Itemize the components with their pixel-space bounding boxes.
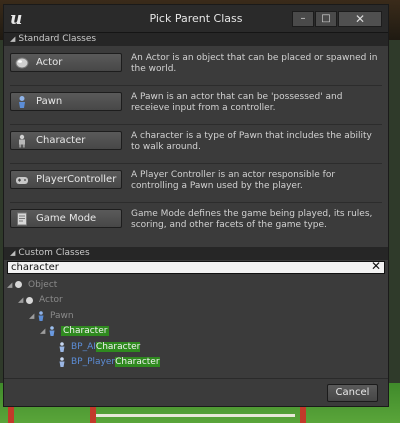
expand-arrow-icon[interactable]: ◢ (7, 281, 15, 289)
tree-item-actor[interactable]: ◢ Actor (4, 293, 388, 309)
minimize-button[interactable]: – (292, 11, 314, 27)
class-search-wrap: character ✕ (4, 260, 388, 274)
gamemode-class-button[interactable]: Game Mode (10, 209, 122, 228)
title-bar[interactable]: u Pick Parent Class – □ ✕ (4, 5, 388, 33)
pawn-class-description: A Pawn is an actor that can be 'possesse… (131, 92, 343, 113)
pawn-class-label: Pawn (36, 96, 63, 107)
tree-item-label: Object (28, 279, 58, 290)
character-icon (49, 326, 55, 337)
class-search-value: character (11, 262, 59, 273)
standard-class-row-playercontroller: PlayerController A Player Controller is … (10, 164, 382, 203)
tree-item-label-prefix: BP_AI (71, 341, 96, 352)
collapse-triangle-icon: ◢ (10, 249, 16, 257)
actor-class-description: An Actor is an object that can be placed… (131, 53, 378, 74)
backdrop-line (95, 414, 295, 417)
standard-classes-title: Standard Classes (18, 34, 97, 44)
standard-classes-header[interactable]: ◢ Standard Classes (4, 33, 388, 46)
clear-search-icon[interactable]: ✕ (371, 260, 381, 272)
custom-classes-title: Custom Classes (18, 248, 90, 258)
standard-class-row-pawn: Pawn A Pawn is an actor that can be 'pos… (10, 86, 382, 125)
search-match-highlight: Character (95, 341, 141, 352)
playercontroller-class-description: A Player Controller is an actor responsi… (131, 170, 336, 191)
maximize-button[interactable]: □ (315, 11, 337, 27)
character-class-button[interactable]: Character (10, 131, 122, 150)
standard-class-row-actor: Actor An Actor is an object that can be … (10, 47, 382, 86)
pawn-icon (38, 310, 44, 321)
document-icon (15, 212, 29, 226)
standard-class-row-gamemode: Game Mode Game Mode defines the game bei… (10, 203, 382, 242)
character-class-description: A character is a type of Pawn that inclu… (131, 131, 372, 152)
standard-classes-list: Actor An Actor is an object that can be … (4, 46, 388, 242)
pawn-icon (15, 95, 29, 109)
cancel-button[interactable]: Cancel (327, 384, 378, 402)
collapse-triangle-icon: ◢ (10, 35, 16, 43)
sphere-icon (15, 56, 29, 70)
standard-class-row-character: Character A character is a type of Pawn … (10, 125, 382, 164)
blueprint-pawn-icon (59, 357, 65, 368)
blueprint-pawn-icon (59, 341, 65, 352)
class-search-input[interactable]: character ✕ (7, 260, 385, 274)
pawn-class-button[interactable]: Pawn (10, 92, 122, 111)
tree-item-pawn[interactable]: ◢ Pawn (4, 308, 388, 324)
gamepad-icon (15, 173, 29, 187)
actor-class-label: Actor (36, 57, 63, 68)
window-controls: – □ ✕ (292, 11, 382, 27)
class-tree: ◢ Object ◢ Actor ◢ Pawn ◢ Character BP_A… (4, 274, 388, 378)
tree-item-label-prefix: BP_Player (71, 357, 116, 368)
gamemode-class-label: Game Mode (36, 213, 97, 224)
tree-item-character[interactable]: ◢ Character (4, 324, 388, 340)
character-icon (15, 134, 29, 148)
custom-classes-header[interactable]: ◢ Custom Classes (4, 247, 388, 260)
tree-item-bp-ai-character[interactable]: BP_AI Character (4, 339, 388, 355)
tree-item-label: Character (61, 326, 110, 337)
search-match-highlight: Character (115, 357, 160, 368)
playercontroller-class-button[interactable]: PlayerController (10, 170, 122, 189)
class-node-icon (26, 296, 33, 304)
tree-item-bp-player-character[interactable]: BP_Player Character (4, 355, 388, 371)
expand-arrow-icon[interactable]: ◢ (18, 296, 26, 304)
tree-item-label: Pawn (50, 310, 74, 321)
pick-parent-class-dialog: u Pick Parent Class – □ ✕ ◢ Standard Cla… (3, 4, 389, 407)
playercontroller-class-label: PlayerController (36, 174, 117, 185)
expand-arrow-icon[interactable]: ◢ (29, 312, 37, 320)
character-class-label: Character (36, 135, 86, 146)
actor-class-button[interactable]: Actor (10, 53, 122, 72)
tree-item-object[interactable]: ◢ Object (4, 277, 388, 293)
class-node-icon (15, 281, 22, 289)
expand-arrow-icon[interactable]: ◢ (40, 327, 48, 335)
dialog-footer: Cancel (4, 378, 388, 406)
gamemode-class-description: Game Mode defines the game being played,… (131, 209, 373, 230)
tree-item-label: Actor (39, 295, 63, 306)
close-button[interactable]: ✕ (338, 11, 382, 27)
